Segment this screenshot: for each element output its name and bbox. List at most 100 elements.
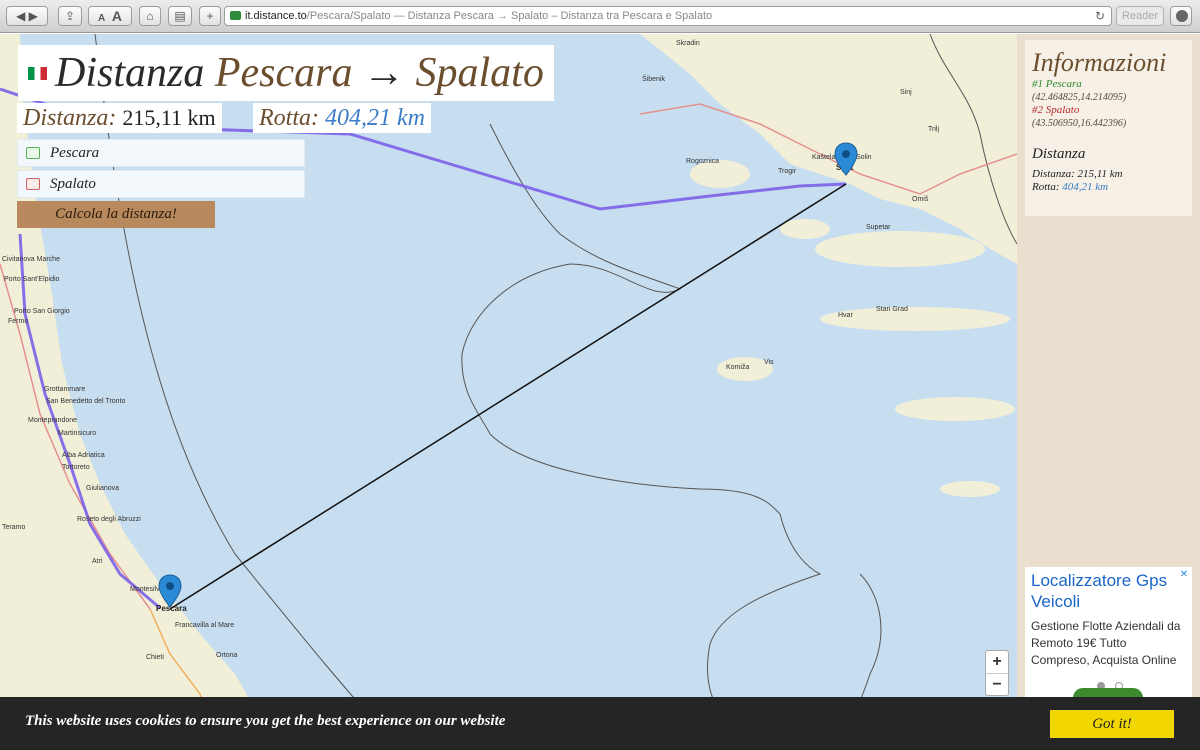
info-route: Rotta: 404,21 km (1032, 181, 1185, 194)
distance-value: 215,11 km (122, 105, 216, 130)
back-icon[interactable]: ◀ (16, 7, 25, 25)
title-from: Pescara (214, 50, 353, 96)
point1-coords: (42.464825,14.214095) (1032, 92, 1127, 103)
island-hvar (820, 307, 1010, 331)
waypoint-field-to[interactable]: Spalato (17, 170, 305, 198)
add-bookmark-icon: + (206, 9, 214, 23)
reader-button[interactable]: Reader (1116, 6, 1164, 26)
add-bookmark-button[interactable]: + (199, 6, 221, 26)
home-icon: ⌂ (146, 9, 154, 23)
city-label: Francavilla al Mare (175, 622, 235, 629)
info-distance: Distanza: 215,11 km (1032, 168, 1185, 181)
distance-heading: Distanza (1032, 146, 1086, 162)
url-host: it.distance.to (245, 10, 307, 22)
island-lastovo (940, 481, 1000, 497)
city-label: Porto Sant'Elpidio (4, 276, 60, 283)
waypoint-label: Pescara (50, 145, 100, 161)
city-label: Sinj (900, 89, 912, 96)
island-korcula (895, 397, 1015, 421)
share-icon: ⇪ (64, 9, 76, 23)
city-label: Šibenik (642, 76, 665, 83)
waypoint-field-from[interactable]: Pescara (17, 139, 305, 167)
ad-close-icon[interactable]: ✕ (1178, 569, 1190, 581)
city-label: Roseto degli Abruzzi (77, 516, 141, 523)
route-label: Rotta: (259, 105, 319, 131)
waypoint-label: Spalato (50, 176, 96, 192)
font-size-group[interactable]: A A (88, 6, 132, 26)
pescara-marker-icon[interactable] (158, 574, 182, 608)
info-panel: Informazioni #1 Pescara (42.464825,14.21… (1025, 40, 1192, 216)
point2-label: #2 Spalato (1032, 104, 1080, 116)
point1-label: #1 Pescara (1032, 78, 1082, 90)
city-label: Skradin (676, 40, 700, 47)
city-label: Grottammare (44, 386, 86, 393)
print-button[interactable]: ▤ (168, 6, 192, 26)
city-label: Chieti (146, 654, 164, 661)
sea-boundary-2 (461, 123, 822, 750)
split-marker-icon[interactable] (834, 142, 858, 176)
point2-coords: (43.506950,16.442396) (1032, 118, 1127, 129)
city-label: Rogoznica (686, 158, 720, 165)
city-label: Martinsicuro (58, 430, 97, 437)
city-label: Vis (764, 359, 774, 366)
address-bar[interactable]: it.distance.to/Pescara/Spalato — Distanz… (224, 6, 1112, 26)
city-label: Trilj (928, 126, 940, 133)
title-arrow: → (363, 50, 405, 96)
city-label: Civitanova Marche (2, 256, 60, 263)
url-path: /Pescara/Spalato (306, 10, 391, 22)
city-label: Porto San Giorgio (14, 308, 70, 315)
download-button[interactable] (1170, 6, 1192, 26)
forward-icon[interactable]: ▶ (29, 7, 38, 25)
city-label: Trogir (778, 168, 797, 175)
zoom-out-button[interactable]: − (986, 673, 1008, 695)
route-value[interactable]: 404,21 km (325, 105, 425, 131)
italy-flag-icon (28, 67, 47, 80)
island-solta (780, 219, 830, 239)
city-label: Komiža (726, 364, 750, 371)
ad-title[interactable]: Localizzatore Gps Veicoli (1031, 570, 1186, 612)
city-label: Supetar (866, 224, 891, 231)
city-label: Giulianova (86, 485, 120, 492)
city-label: Fermo (8, 318, 29, 325)
city-label: Alba Adriatica (62, 452, 105, 459)
city-label: San Benedetto del Tronto (46, 398, 126, 405)
font-smaller-icon[interactable]: A (98, 10, 105, 28)
title-prefix: Distanza (55, 50, 205, 96)
straight-line-distance (169, 183, 847, 610)
ad-banner[interactable]: ✕ Localizzatore Gps Veicoli Gestione Flo… (1025, 567, 1192, 708)
print-icon: ▤ (174, 9, 186, 23)
red-pin-icon (26, 178, 40, 190)
info-route-label: Rotta: (1032, 181, 1060, 193)
browser-toolbar: ◀ ▶ ⇪ A A ⌂ ▤ + it.distance.to/Pescara/S… (0, 0, 1200, 33)
cookie-text: This website uses cookies to ensure you … (25, 713, 506, 729)
city-label: Monteprandone (28, 417, 78, 424)
info-distance-label: Distanza: (1032, 168, 1075, 180)
share-button[interactable]: ⇪ (58, 6, 82, 26)
info-distance-value: 215,11 km (1077, 168, 1123, 180)
calculate-distance-button[interactable]: Calcola la distanza! (17, 201, 215, 228)
page-title: Distanza Pescara → Spalato (18, 45, 554, 101)
zoom-in-button[interactable]: + (986, 651, 1008, 673)
favicon-icon (230, 11, 241, 20)
green-pin-icon (26, 147, 40, 159)
city-label: Atri (92, 558, 103, 565)
city-label: Solin (856, 154, 872, 161)
zoom-control: + − (985, 650, 1009, 696)
reload-icon[interactable]: ↻ (1095, 7, 1105, 25)
back-forward-group[interactable]: ◀ ▶ (6, 6, 48, 26)
distance-label: Distanza: (23, 105, 117, 131)
page-title-text: — Distanza Pescara → Spalato – Distanza … (390, 10, 713, 22)
font-larger-icon[interactable]: A (112, 7, 122, 25)
info-route-value[interactable]: 404,21 km (1062, 181, 1108, 193)
ad-text: Gestione Flotte Aziendali da Remoto 19€ … (1031, 619, 1181, 667)
city-label: Teramo (2, 524, 26, 531)
city-label: Ortona (216, 652, 238, 659)
title-to: Spalato (415, 50, 544, 96)
home-button[interactable]: ⌂ (139, 6, 161, 26)
distance-summary: Distanza: 215,11 km (17, 103, 222, 133)
island-brac (815, 231, 985, 267)
city-label: Stari Grad (876, 306, 908, 313)
download-icon (1176, 10, 1188, 22)
cookie-accept-button[interactable]: Got it! (1050, 710, 1174, 738)
city-label: Hvar (838, 312, 853, 319)
